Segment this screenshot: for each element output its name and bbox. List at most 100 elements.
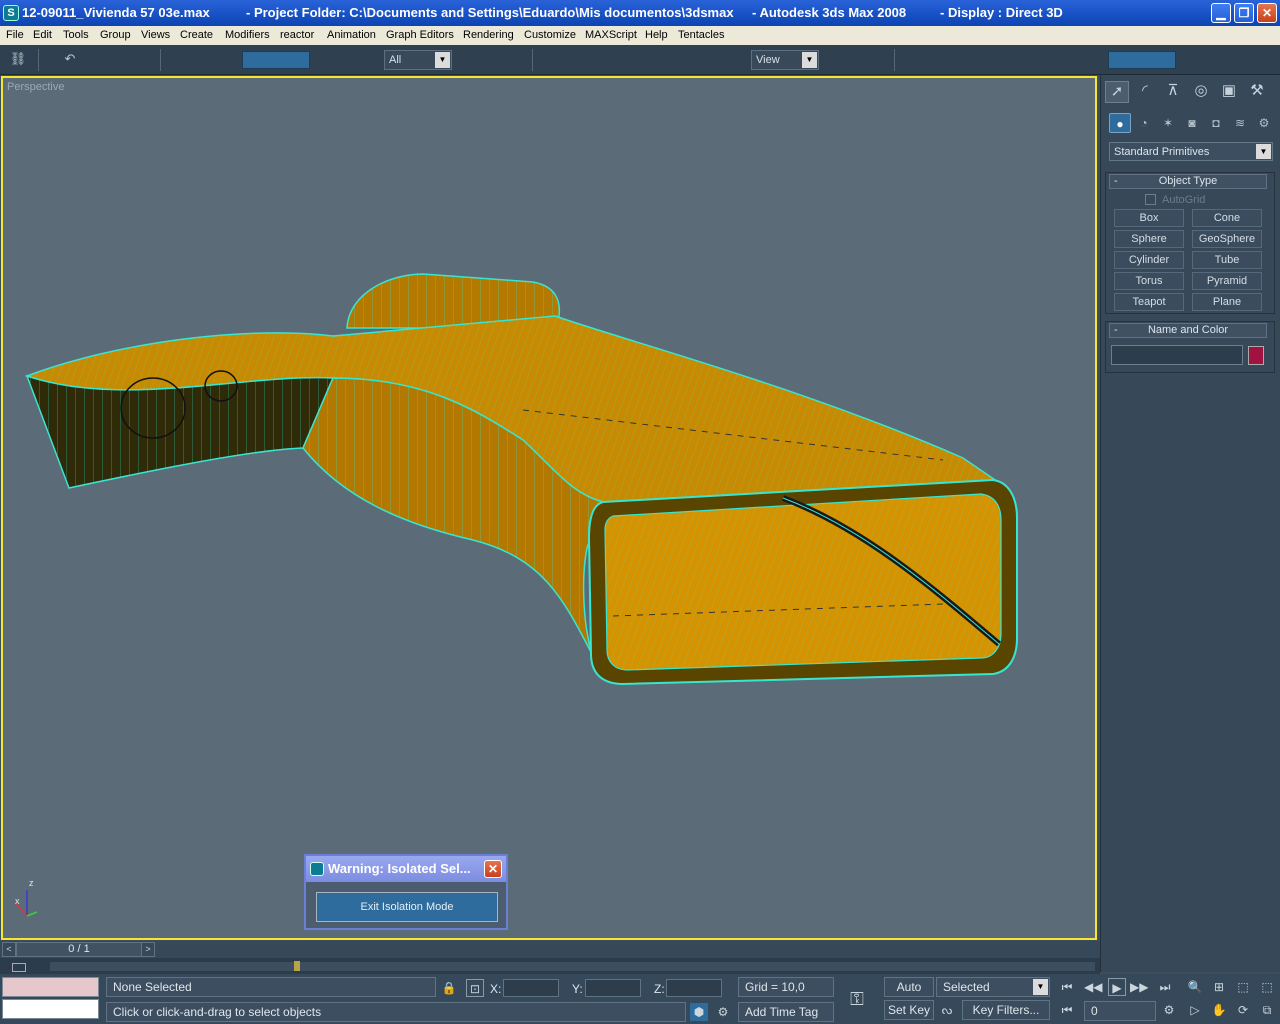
mini-curve-editor-icon[interactable] — [12, 963, 26, 972]
utilities-tab-icon[interactable]: ⚒ — [1245, 81, 1269, 103]
menu-bar: File Edit Tools Group Views Create Modif… — [0, 26, 1280, 45]
time-slider[interactable]: 0 / 1 — [16, 942, 142, 957]
time-configuration-icon[interactable]: ⚙ — [1160, 1001, 1178, 1019]
selection-filter-dropdown[interactable]: All ▼ — [384, 50, 452, 70]
key-tangent-icon[interactable]: ᔓ — [938, 1001, 956, 1019]
object-type-title: Object Type — [1158, 175, 1218, 187]
perspective-viewport[interactable]: Perspective z x — [1, 76, 1097, 940]
teapot-button[interactable]: Teapot — [1114, 293, 1184, 311]
key-mode-toggle-icon[interactable]: ⏮ — [1058, 1001, 1076, 1019]
category-dropdown[interactable]: Standard Primitives ▼ — [1109, 142, 1273, 161]
time-next-button[interactable]: > — [141, 942, 155, 957]
key-mode-dropdown[interactable]: Selected ▼ — [936, 977, 1050, 997]
exit-isolation-button[interactable]: Exit Isolation Mode — [316, 892, 498, 922]
axis-z-label: z — [29, 878, 34, 888]
zoom-all-icon[interactable]: ⊞ — [1210, 978, 1228, 996]
previous-frame-icon[interactable]: ◀◀ — [1084, 978, 1102, 996]
menu-reactor[interactable]: reactor — [280, 29, 314, 41]
menu-modifiers[interactable]: Modifiers — [225, 29, 270, 41]
go-to-start-icon[interactable]: ⏮ — [1058, 978, 1076, 996]
menu-animation[interactable]: Animation — [327, 29, 376, 41]
zoom-extents-icon[interactable]: ⬚ — [1234, 978, 1252, 996]
object-name-input[interactable] — [1111, 345, 1243, 365]
display-tab-icon[interactable]: ▣ — [1217, 81, 1241, 103]
menu-help[interactable]: Help — [645, 29, 668, 41]
keyframe-marker[interactable] — [294, 961, 300, 971]
sphere-button[interactable]: Sphere — [1114, 230, 1184, 248]
zoom-extents-all-icon[interactable]: ⬚ — [1258, 978, 1276, 996]
undo-icon[interactable]: ↶ — [60, 51, 80, 69]
dialog-titlebar[interactable]: Warning: Isolated Sel... ✕ — [306, 856, 506, 882]
current-frame-input[interactable]: 0 — [1084, 1001, 1156, 1021]
next-frame-icon[interactable]: ▶▶ — [1130, 978, 1148, 996]
play-icon[interactable]: ▶ — [1108, 978, 1126, 996]
orbit-icon[interactable]: ⟳ — [1234, 1001, 1252, 1019]
motion-tab-icon[interactable]: ◎ — [1189, 81, 1213, 103]
maximize-viewport-icon[interactable]: ⧉ — [1258, 1001, 1276, 1019]
key-icon[interactable]: ⚿ — [848, 990, 866, 1008]
named-selection-sets-field[interactable] — [1108, 51, 1176, 69]
cylinder-button[interactable]: Cylinder — [1114, 251, 1184, 269]
lights-icon[interactable]: ✶ — [1157, 113, 1179, 133]
torus-button[interactable]: Torus — [1114, 272, 1184, 290]
tube-button[interactable]: Tube — [1192, 251, 1262, 269]
menu-file[interactable]: File — [6, 29, 24, 41]
close-icon[interactable]: ✕ — [1257, 3, 1277, 23]
plane-button[interactable]: Plane — [1192, 293, 1262, 311]
autogrid-checkbox[interactable]: AutoGrid — [1145, 194, 1205, 206]
x-coordinate-input[interactable] — [503, 979, 559, 997]
cone-button[interactable]: Cone — [1192, 209, 1262, 227]
absolute-mode-icon[interactable]: ⊡ — [466, 979, 484, 997]
reference-coordinate-dropdown[interactable]: View ▼ — [751, 50, 819, 70]
adaptive-degradation-icon[interactable]: ⚙ — [714, 1003, 732, 1021]
helpers-icon[interactable]: ◘ — [1205, 113, 1227, 133]
systems-icon[interactable]: ⚙ — [1253, 113, 1275, 133]
maximize-icon[interactable]: ❐ — [1234, 3, 1254, 23]
shapes-icon[interactable]: ◔ — [1133, 113, 1155, 133]
time-prev-button[interactable]: < — [2, 942, 16, 957]
field-of-view-icon[interactable]: ▷ — [1186, 1001, 1204, 1019]
track-bar-track[interactable] — [50, 962, 1095, 971]
menu-rendering[interactable]: Rendering — [463, 29, 514, 41]
geosphere-button[interactable]: GeoSphere — [1192, 230, 1262, 248]
space-warps-icon[interactable]: ≋ — [1229, 113, 1251, 133]
cameras-icon[interactable]: ◙ — [1181, 113, 1203, 133]
named-selection-field[interactable] — [242, 51, 310, 69]
object-type-header[interactable]: - Object Type — [1109, 174, 1267, 189]
app-icon[interactable]: S — [3, 5, 19, 21]
minimize-icon[interactable]: ▁ — [1211, 3, 1231, 23]
menu-tentacles[interactable]: Tentacles — [678, 29, 724, 41]
modify-tab-icon[interactable]: ◜ — [1133, 81, 1157, 103]
geometry-icon[interactable]: ● — [1109, 113, 1131, 133]
pan-icon[interactable]: ✋ — [1210, 1001, 1228, 1019]
hierarchy-tab-icon[interactable]: ⊼ — [1161, 81, 1185, 103]
go-to-end-icon[interactable]: ⏭ — [1156, 978, 1174, 996]
maxscript-listener-top[interactable] — [2, 977, 99, 997]
y-coordinate-input[interactable] — [585, 979, 641, 997]
z-coordinate-input[interactable] — [666, 979, 722, 997]
auto-key-button[interactable]: Auto Key — [884, 977, 934, 1012]
zoom-icon[interactable]: 🔍 — [1186, 978, 1204, 996]
lock-icon[interactable]: 🔒 — [440, 979, 458, 997]
menu-views[interactable]: Views — [141, 29, 170, 41]
add-time-tag-button[interactable]: Add Time Tag — [738, 1002, 834, 1022]
link-icon[interactable]: ⛓ — [8, 51, 28, 69]
checkbox-icon — [1145, 194, 1156, 205]
box-button[interactable]: Box — [1114, 209, 1184, 227]
maxscript-listener-bottom[interactable] — [2, 999, 99, 1019]
menu-maxscript[interactable]: MAXScript — [585, 29, 637, 41]
menu-tools[interactable]: Tools — [63, 29, 89, 41]
pyramid-button[interactable]: Pyramid — [1192, 272, 1262, 290]
menu-create[interactable]: Create — [180, 29, 213, 41]
close-icon[interactable]: ✕ — [484, 860, 502, 878]
menu-customize[interactable]: Customize — [524, 29, 576, 41]
create-tab-icon[interactable]: ➚ — [1105, 81, 1129, 103]
set-key-button[interactable]: Set Key — [884, 1000, 934, 1020]
menu-graph-editors[interactable]: Graph Editors — [386, 29, 454, 41]
time-tag-icon[interactable]: ⬢ — [690, 1003, 708, 1021]
menu-edit[interactable]: Edit — [33, 29, 52, 41]
object-color-swatch[interactable] — [1248, 346, 1264, 365]
name-color-header[interactable]: - Name and Color — [1109, 323, 1267, 338]
menu-group[interactable]: Group — [100, 29, 131, 41]
key-filters-button[interactable]: Key Filters... — [962, 1000, 1050, 1020]
